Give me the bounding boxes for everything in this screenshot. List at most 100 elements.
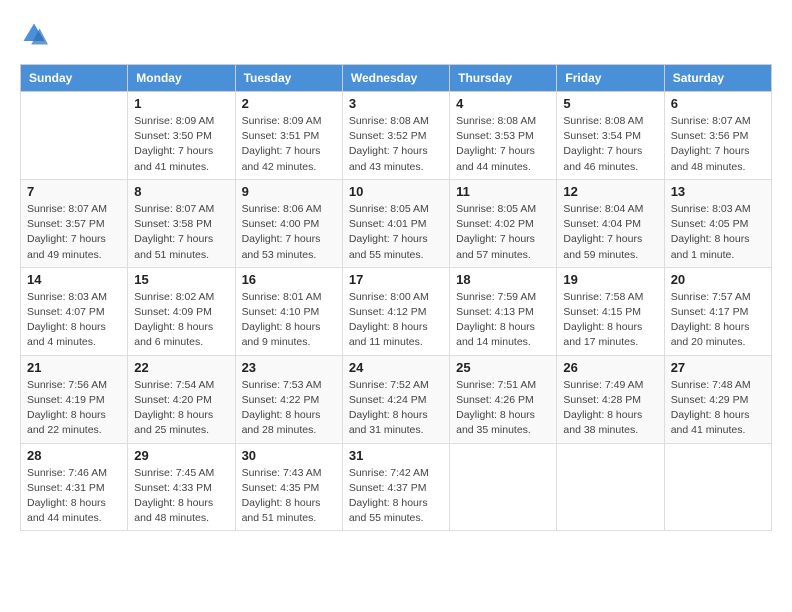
day-number: 22 <box>134 360 228 375</box>
col-header-thursday: Thursday <box>450 65 557 92</box>
day-number: 29 <box>134 448 228 463</box>
calendar-cell: 4Sunrise: 8:08 AMSunset: 3:53 PMDaylight… <box>450 92 557 180</box>
day-info: Sunrise: 8:03 AMSunset: 4:05 PMDaylight:… <box>671 202 765 263</box>
col-header-wednesday: Wednesday <box>342 65 449 92</box>
day-number: 24 <box>349 360 443 375</box>
calendar-header-row: SundayMondayTuesdayWednesdayThursdayFrid… <box>21 65 772 92</box>
day-info: Sunrise: 8:04 AMSunset: 4:04 PMDaylight:… <box>563 202 657 263</box>
calendar-cell: 25 Sunrise: 7:51 AMSunset: 4:26 PMDayligh… <box>450 355 557 443</box>
calendar-cell: 13 Sunrise: 8:03 AMSunset: 4:05 PMDayligh… <box>664 179 771 267</box>
day-number: 10 <box>349 184 443 199</box>
calendar-cell: 7 Sunrise: 8:07 AMSunset: 3:57 PMDaylight… <box>21 179 128 267</box>
day-number: 2 <box>242 96 336 111</box>
day-number: 21 <box>27 360 121 375</box>
calendar-cell: 23Sunrise: 7:53 AMSunset: 4:22 PMDayligh… <box>235 355 342 443</box>
calendar-cell: 17 Sunrise: 8:00 AMSunset: 4:12 PMDayligh… <box>342 267 449 355</box>
day-number: 15 <box>134 272 228 287</box>
calendar-cell: 30 Sunrise: 7:43 AMSunset: 4:35 PMDayligh… <box>235 443 342 531</box>
day-number: 11 <box>456 184 550 199</box>
day-info: Sunrise: 8:06 AMSunset: 4:00 PMDaylight:… <box>242 202 336 263</box>
day-number: 1 <box>134 96 228 111</box>
day-info: Sunrise: 7:43 AMSunset: 4:35 PMDaylight:… <box>242 466 336 527</box>
page-header <box>20 20 772 48</box>
day-info: Sunrise: 8:09 AMSunset: 3:51 PMDaylight:… <box>242 114 336 175</box>
calendar-cell: 6 Sunrise: 8:07 AMSunset: 3:56 PMDaylight… <box>664 92 771 180</box>
day-number: 8 <box>134 184 228 199</box>
day-number: 25 <box>456 360 550 375</box>
day-info: Sunrise: 7:54 AMSunset: 4:20 PMDaylight:… <box>134 378 228 439</box>
calendar-week-row: 28 Sunrise: 7:46 AMSunset: 4:31 PMDayligh… <box>21 443 772 531</box>
calendar-cell: 12 Sunrise: 8:04 AMSunset: 4:04 PMDayligh… <box>557 179 664 267</box>
calendar-cell: 26 Sunrise: 7:49 AMSunset: 4:28 PMDayligh… <box>557 355 664 443</box>
day-number: 7 <box>27 184 121 199</box>
day-info: Sunrise: 7:46 AMSunset: 4:31 PMDaylight:… <box>27 466 121 527</box>
day-number: 19 <box>563 272 657 287</box>
calendar-cell: 11 Sunrise: 8:05 AMSunset: 4:02 PMDayligh… <box>450 179 557 267</box>
col-header-sunday: Sunday <box>21 65 128 92</box>
day-info: Sunrise: 7:51 AMSunset: 4:26 PMDaylight:… <box>456 378 550 439</box>
day-number: 18 <box>456 272 550 287</box>
calendar-cell: 31 Sunrise: 7:42 AMSunset: 4:37 PMDayligh… <box>342 443 449 531</box>
day-info: Sunrise: 7:42 AMSunset: 4:37 PMDaylight:… <box>349 466 443 527</box>
day-info: Sunrise: 8:03 AMSunset: 4:07 PMDaylight:… <box>27 290 121 351</box>
day-info: Sunrise: 8:07 AMSunset: 3:56 PMDaylight:… <box>671 114 765 175</box>
day-number: 30 <box>242 448 336 463</box>
day-number: 13 <box>671 184 765 199</box>
calendar-cell: 14 Sunrise: 8:03 AMSunset: 4:07 PMDayligh… <box>21 267 128 355</box>
calendar-table: SundayMondayTuesdayWednesdayThursdayFrid… <box>20 64 772 531</box>
day-info: Sunrise: 8:08 AMSunset: 3:53 PMDaylight:… <box>456 114 550 175</box>
day-info: Sunrise: 7:56 AMSunset: 4:19 PMDaylight:… <box>27 378 121 439</box>
day-info: Sunrise: 8:05 AMSunset: 4:02 PMDaylight:… <box>456 202 550 263</box>
calendar-week-row: 1Sunrise: 8:09 AMSunset: 3:50 PMDaylight… <box>21 92 772 180</box>
calendar-cell: 21 Sunrise: 7:56 AMSunset: 4:19 PMDayligh… <box>21 355 128 443</box>
day-info: Sunrise: 8:01 AMSunset: 4:10 PMDaylight:… <box>242 290 336 351</box>
day-number: 17 <box>349 272 443 287</box>
calendar-cell: 18 Sunrise: 7:59 AMSunset: 4:13 PMDayligh… <box>450 267 557 355</box>
day-number: 12 <box>563 184 657 199</box>
day-number: 16 <box>242 272 336 287</box>
day-number: 23 <box>242 360 336 375</box>
calendar-cell: 15 Sunrise: 8:02 AMSunset: 4:09 PMDayligh… <box>128 267 235 355</box>
calendar-cell: 28 Sunrise: 7:46 AMSunset: 4:31 PMDayligh… <box>21 443 128 531</box>
calendar-cell: 22 Sunrise: 7:54 AMSunset: 4:20 PMDayligh… <box>128 355 235 443</box>
day-number: 31 <box>349 448 443 463</box>
col-header-tuesday: Tuesday <box>235 65 342 92</box>
day-number: 3 <box>349 96 443 111</box>
day-info: Sunrise: 7:59 AMSunset: 4:13 PMDaylight:… <box>456 290 550 351</box>
day-info: Sunrise: 7:52 AMSunset: 4:24 PMDaylight:… <box>349 378 443 439</box>
day-number: 5 <box>563 96 657 111</box>
calendar-week-row: 7 Sunrise: 8:07 AMSunset: 3:57 PMDaylight… <box>21 179 772 267</box>
col-header-saturday: Saturday <box>664 65 771 92</box>
day-number: 27 <box>671 360 765 375</box>
day-info: Sunrise: 8:05 AMSunset: 4:01 PMDaylight:… <box>349 202 443 263</box>
day-info: Sunrise: 7:45 AMSunset: 4:33 PMDaylight:… <box>134 466 228 527</box>
day-info: Sunrise: 7:58 AMSunset: 4:15 PMDaylight:… <box>563 290 657 351</box>
calendar-cell: 1Sunrise: 8:09 AMSunset: 3:50 PMDaylight… <box>128 92 235 180</box>
calendar-cell: 20 Sunrise: 7:57 AMSunset: 4:17 PMDayligh… <box>664 267 771 355</box>
calendar-cell: 24 Sunrise: 7:52 AMSunset: 4:24 PMDayligh… <box>342 355 449 443</box>
day-info: Sunrise: 8:00 AMSunset: 4:12 PMDaylight:… <box>349 290 443 351</box>
calendar-cell: 19 Sunrise: 7:58 AMSunset: 4:15 PMDayligh… <box>557 267 664 355</box>
calendar-cell: 9 Sunrise: 8:06 AMSunset: 4:00 PMDaylight… <box>235 179 342 267</box>
day-info: Sunrise: 7:57 AMSunset: 4:17 PMDaylight:… <box>671 290 765 351</box>
calendar-week-row: 14 Sunrise: 8:03 AMSunset: 4:07 PMDayligh… <box>21 267 772 355</box>
calendar-cell <box>557 443 664 531</box>
day-number: 26 <box>563 360 657 375</box>
day-info: Sunrise: 8:07 AMSunset: 3:57 PMDaylight:… <box>27 202 121 263</box>
calendar-cell <box>450 443 557 531</box>
calendar-cell: 16 Sunrise: 8:01 AMSunset: 4:10 PMDayligh… <box>235 267 342 355</box>
day-info: Sunrise: 8:02 AMSunset: 4:09 PMDaylight:… <box>134 290 228 351</box>
day-number: 9 <box>242 184 336 199</box>
day-number: 20 <box>671 272 765 287</box>
calendar-cell <box>21 92 128 180</box>
day-number: 28 <box>27 448 121 463</box>
calendar-cell: 8 Sunrise: 8:07 AMSunset: 3:58 PMDaylight… <box>128 179 235 267</box>
day-info: Sunrise: 8:07 AMSunset: 3:58 PMDaylight:… <box>134 202 228 263</box>
calendar-cell: 3Sunrise: 8:08 AMSunset: 3:52 PMDaylight… <box>342 92 449 180</box>
day-info: Sunrise: 7:49 AMSunset: 4:28 PMDaylight:… <box>563 378 657 439</box>
day-info: Sunrise: 8:08 AMSunset: 3:54 PMDaylight:… <box>563 114 657 175</box>
logo <box>20 20 52 48</box>
day-number: 6 <box>671 96 765 111</box>
calendar-cell: 5 Sunrise: 8:08 AMSunset: 3:54 PMDaylight… <box>557 92 664 180</box>
day-number: 14 <box>27 272 121 287</box>
